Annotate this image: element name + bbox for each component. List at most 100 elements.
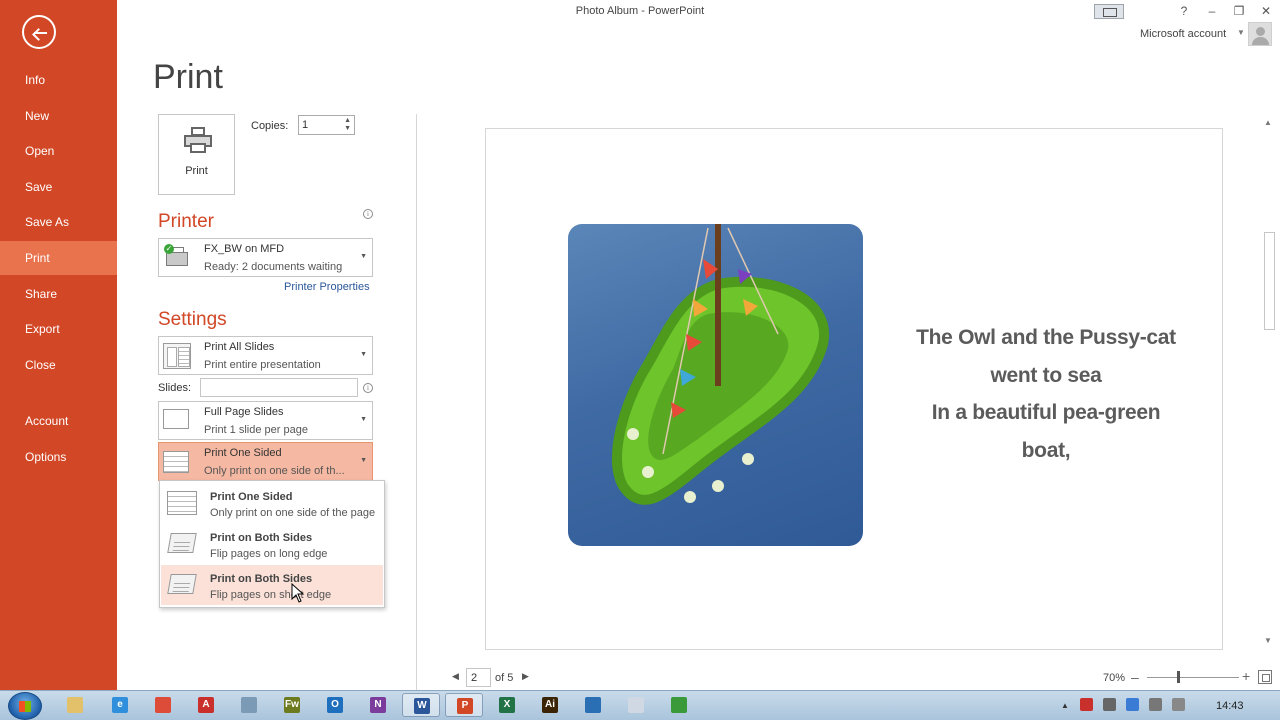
zoom-level[interactable]: 70% [1103, 672, 1125, 684]
one-sided-icon [167, 491, 197, 515]
nav-item-share[interactable]: Share [0, 277, 117, 311]
menu-item-both-long-edge[interactable]: Print on Both Sides Flip pages on long e… [161, 524, 383, 564]
menu-item-title: Print on Both Sides [210, 532, 313, 544]
illustrator-icon: Ai [542, 697, 558, 713]
print-preview-page: The Owl and the Pussy-cat went to sea In… [485, 128, 1223, 650]
nav-item-options[interactable]: Options [0, 440, 117, 474]
printer-dropdown[interactable]: ✓ FX_BW on MFD Ready: 2 documents waitin… [158, 238, 373, 277]
slides-range-desc: Print entire presentation [204, 359, 321, 371]
nav-item-info[interactable]: Info [0, 63, 117, 97]
remote-desktop-icon [585, 697, 601, 713]
camtasia-icon [671, 697, 687, 713]
restore-button[interactable]: ❐ [1228, 2, 1250, 20]
volume-icon[interactable] [1172, 698, 1185, 711]
taskbar-app-camtasia[interactable] [660, 693, 698, 717]
close-button[interactable]: ✕ [1255, 2, 1277, 20]
help-button[interactable]: ? [1173, 2, 1195, 20]
info-icon[interactable]: i [363, 383, 373, 393]
spin-up-icon[interactable]: ▲ [344, 117, 351, 125]
copies-input[interactable] [302, 118, 340, 132]
nav-item-open[interactable]: Open [0, 134, 117, 168]
start-button[interactable] [8, 692, 42, 720]
next-page-icon[interactable]: ▶ [522, 671, 529, 682]
scroll-down-icon[interactable]: ▼ [1264, 636, 1272, 645]
show-hidden-icons-icon[interactable]: ▲ [1061, 701, 1069, 710]
nav-item-save-as[interactable]: Save As [0, 205, 117, 239]
layout-desc: Print 1 slide per page [204, 424, 308, 436]
back-arrow-icon[interactable] [22, 15, 56, 49]
zoom-slider[interactable] [1147, 677, 1239, 678]
taskbar-app-onenote[interactable]: N [359, 693, 397, 717]
nav-item-export[interactable]: Export [0, 312, 117, 346]
taskbar-app-file-explorer[interactable] [56, 693, 94, 717]
slides-icon [163, 343, 191, 369]
vertical-scrollbar[interactable] [1261, 114, 1275, 650]
taskbar-app-illustrator[interactable]: Ai [531, 693, 569, 717]
taskbar-app-snipping-tool[interactable] [230, 693, 268, 717]
printer-icon [184, 127, 212, 153]
one-sided-icon [163, 451, 189, 473]
ribbon-display-options-button[interactable] [1094, 4, 1124, 19]
minimize-button[interactable]: – [1201, 2, 1223, 20]
copies-label: Copies: [251, 120, 289, 132]
scrollbar-thumb[interactable] [1264, 232, 1275, 330]
nav-item-save[interactable]: Save [0, 170, 117, 204]
page-number-input[interactable] [466, 668, 491, 687]
nav-item-account[interactable]: Account [0, 404, 117, 438]
page-title: Print [153, 58, 223, 96]
nav-item-close[interactable]: Close [0, 348, 117, 382]
taskbar-app-chrome[interactable] [144, 693, 182, 717]
nav-item-print[interactable]: Print [0, 241, 117, 275]
duplex-dropdown[interactable]: Print One Sided Only print on one side o… [158, 442, 373, 481]
zoom-slider-thumb[interactable] [1177, 671, 1180, 683]
taskbar-app-internet-explorer[interactable]: e [101, 693, 139, 717]
zoom-to-page-icon[interactable] [1258, 670, 1272, 684]
taskbar-app-excel[interactable]: X [488, 693, 526, 717]
fireworks-icon: Fw [284, 697, 300, 713]
battery-icon[interactable] [1103, 698, 1116, 711]
flip-short-edge-icon [167, 574, 197, 594]
taskbar-app-remote-desktop[interactable] [574, 693, 612, 717]
taskbar-app-outlook[interactable]: O [316, 693, 354, 717]
taskbar-app-acrobat[interactable]: A [187, 693, 225, 717]
flag-icon[interactable] [1126, 698, 1139, 711]
duplex-menu: Print One Sided Only print on one side o… [159, 480, 385, 608]
print-button[interactable]: Print [158, 114, 235, 195]
menu-item-one-sided[interactable]: Print One Sided Only print on one side o… [161, 483, 383, 523]
nav-item-new[interactable]: New [0, 99, 117, 133]
taskbar-app-powerpoint[interactable]: P [445, 693, 483, 717]
taskbar-app-fireworks[interactable]: Fw [273, 693, 311, 717]
account-caret-icon[interactable]: ▼ [1237, 28, 1245, 37]
menu-item-both-short-edge[interactable]: Print on Both Sides Flip pages on short … [161, 565, 383, 605]
account-name[interactable]: Microsoft account [1140, 28, 1226, 40]
copies-stepper[interactable]: ▲ ▼ [298, 115, 355, 135]
scroll-up-icon[interactable]: ▲ [1264, 118, 1272, 127]
taskbar-app-word[interactable]: W [402, 693, 440, 717]
network-icon[interactable] [1080, 698, 1093, 711]
avatar[interactable] [1248, 22, 1272, 46]
spin-down-icon[interactable]: ▼ [344, 125, 351, 133]
info-icon[interactable]: i [363, 209, 373, 219]
zoom-out-button[interactable]: – [1131, 669, 1139, 685]
slides-range-title: Print All Slides [204, 341, 275, 353]
slides-range-dropdown[interactable]: Print All Slides Print entire presentati… [158, 336, 373, 375]
chevron-down-icon: ▼ [360, 351, 367, 358]
slides-input[interactable] [200, 378, 358, 397]
zoom-in-button[interactable]: + [1242, 668, 1250, 684]
menu-item-desc: Flip pages on long edge [210, 548, 328, 560]
layout-title: Full Page Slides [204, 406, 284, 418]
previous-page-icon[interactable]: ◀ [452, 671, 459, 682]
slide-text-line: went to sea [990, 363, 1102, 387]
layout-dropdown[interactable]: Full Page Slides Print 1 slide per page … [158, 401, 373, 440]
slide-text-line: The Owl and the Pussy-cat [916, 326, 1176, 349]
taskbar-app-notepad[interactable] [617, 693, 655, 717]
onenote-icon: N [370, 697, 386, 713]
chrome-icon [155, 697, 171, 713]
printer-properties-link[interactable]: Printer Properties [284, 281, 370, 293]
clock: 14:43 [1216, 700, 1244, 712]
word-icon: W [414, 698, 430, 714]
menu-item-desc: Only print on one side of the page [210, 507, 376, 519]
signal-icon[interactable] [1149, 698, 1162, 711]
slides-label: Slides: [158, 382, 192, 394]
printer-heading: Printer [158, 211, 214, 232]
